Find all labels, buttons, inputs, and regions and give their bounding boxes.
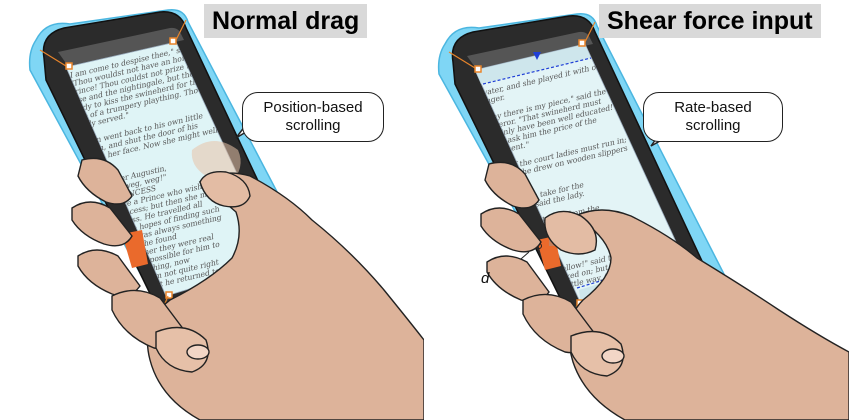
- bubble-line-2: scrolling: [685, 117, 741, 134]
- scrolling-mode-bubble: Position-based scrolling: [242, 92, 384, 142]
- normal-drag-illustration: I am come to despise thee," said the"Tho…: [28, 9, 424, 420]
- panel-title: Shear force input: [599, 4, 821, 38]
- hand: [71, 157, 424, 420]
- shear-force-panel: water, and she played it with one finger.…: [425, 0, 849, 420]
- panel-title: Normal drag: [204, 4, 368, 38]
- normal-drag-panel: I am come to despise thee," said the "Tho…: [0, 0, 424, 420]
- bubble-line-1: Rate-based: [674, 99, 752, 116]
- shear-force-illustration: water, and she played it with onefinger.…: [437, 13, 849, 420]
- bubble-line-1: Position-based: [263, 99, 363, 116]
- bubble-line-2: scrolling: [285, 117, 341, 134]
- scrolling-mode-bubble: Rate-based scrolling: [643, 92, 783, 142]
- displacement-label: d: [481, 270, 490, 287]
